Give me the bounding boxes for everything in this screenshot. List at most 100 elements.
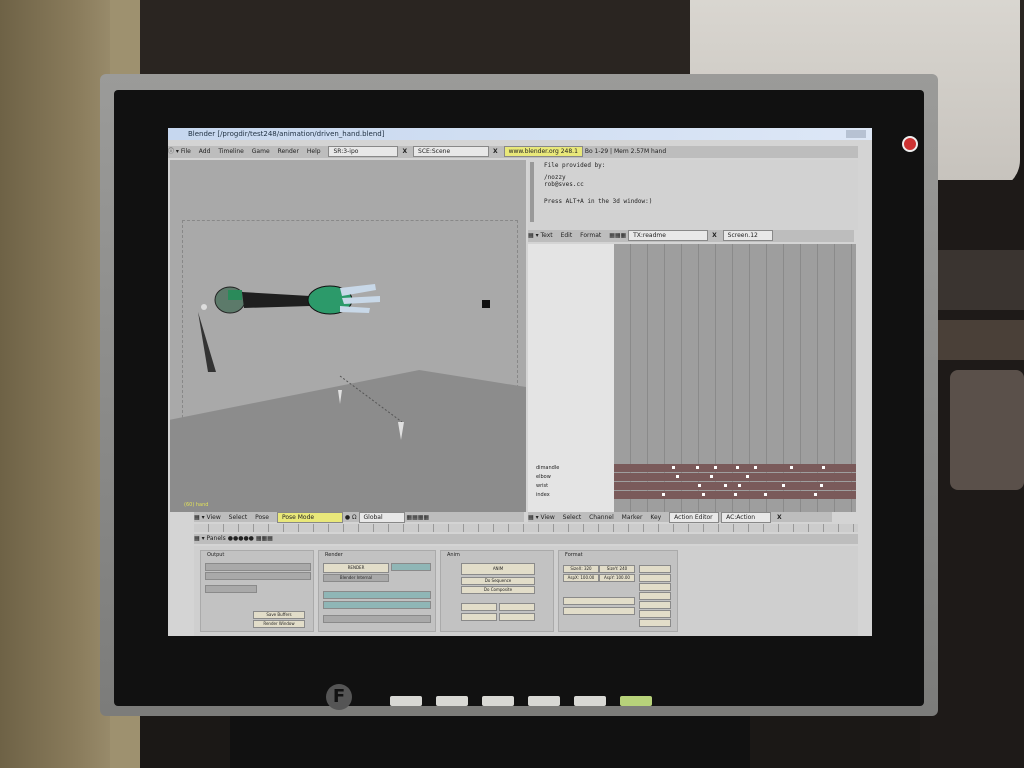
toggle-button[interactable] bbox=[205, 585, 257, 593]
keyframe[interactable] bbox=[734, 493, 737, 496]
keyframe[interactable] bbox=[782, 484, 785, 487]
window-titlebar[interactable]: Blender [/progdir/test248/animation/driv… bbox=[168, 128, 872, 140]
start-frame-field[interactable] bbox=[461, 613, 497, 621]
keyframe[interactable] bbox=[672, 466, 675, 469]
menu-game[interactable]: Game bbox=[252, 146, 270, 158]
oversample-toggle[interactable] bbox=[391, 563, 431, 571]
menu-view[interactable]: View bbox=[541, 513, 555, 523]
close-action-icon[interactable]: X bbox=[777, 513, 782, 523]
window-controls[interactable] bbox=[846, 130, 866, 138]
text-toggle-icons[interactable]: ▦▦▦ bbox=[609, 232, 628, 239]
render-options-row[interactable] bbox=[323, 591, 431, 599]
monitor-button-5[interactable] bbox=[574, 696, 606, 706]
context-icons[interactable]: ●●●●● ▦▦▦ bbox=[228, 535, 273, 542]
channel-row[interactable]: index bbox=[528, 491, 614, 499]
menu-channel[interactable]: Channel bbox=[589, 513, 614, 523]
channel-row[interactable]: elbow bbox=[528, 473, 614, 481]
menu-marker[interactable]: Marker bbox=[622, 513, 643, 523]
screen-selector[interactable]: SR:3-ipo bbox=[328, 146, 399, 157]
layer-buttons[interactable]: ▦▦▦▦ bbox=[406, 514, 429, 521]
channel-row[interactable]: dimandle bbox=[528, 464, 614, 472]
keyframe[interactable] bbox=[710, 475, 713, 478]
keyframe[interactable] bbox=[746, 475, 749, 478]
preset-button[interactable] bbox=[639, 619, 671, 627]
panels-menu[interactable]: Panels bbox=[207, 535, 226, 542]
keyframe[interactable] bbox=[676, 475, 679, 478]
scene-selector[interactable]: SCE:Scene bbox=[413, 146, 490, 157]
editor-type-icon[interactable]: ▦ ▾ bbox=[194, 535, 207, 542]
editor-type-icon[interactable]: ▦ ▾ bbox=[194, 514, 207, 521]
format-field[interactable] bbox=[563, 597, 635, 605]
keyframe[interactable] bbox=[736, 466, 739, 469]
asp-y-field[interactable]: AspY: 100.00 bbox=[599, 574, 635, 582]
keyframe[interactable] bbox=[714, 466, 717, 469]
render-engine-selector[interactable]: Blender Internal bbox=[323, 574, 389, 582]
armature-model[interactable] bbox=[170, 160, 526, 512]
preset-button[interactable] bbox=[639, 601, 671, 609]
keyframe-row[interactable] bbox=[614, 482, 856, 490]
keyframe[interactable] bbox=[696, 466, 699, 469]
menu-key[interactable]: Key bbox=[650, 513, 661, 523]
preset-button[interactable] bbox=[639, 565, 671, 573]
format-field[interactable] bbox=[563, 607, 635, 615]
anim-button[interactable]: ANIM bbox=[461, 563, 535, 575]
menu-select[interactable]: Select bbox=[563, 513, 582, 523]
rt-field[interactable] bbox=[499, 603, 535, 611]
keyframe-row[interactable] bbox=[614, 473, 856, 481]
menu-render[interactable]: Render bbox=[278, 146, 299, 158]
text-editor[interactable]: File provided by: /nozzy rob@sves.cc Pre… bbox=[528, 160, 858, 230]
menu-file[interactable]: File bbox=[181, 146, 191, 158]
editor-type-icon[interactable]: ▦ ▾ bbox=[528, 232, 541, 239]
preset-button[interactable] bbox=[639, 610, 671, 618]
close-text-icon[interactable]: X bbox=[712, 230, 717, 242]
size-x-field[interactable]: SizeX: 320 bbox=[563, 565, 599, 573]
preset-button[interactable] bbox=[639, 592, 671, 600]
render-options-row[interactable] bbox=[323, 601, 431, 609]
text-block-selector[interactable]: TX:readme bbox=[628, 230, 709, 241]
keyframe[interactable] bbox=[662, 493, 665, 496]
keyframe[interactable] bbox=[724, 484, 727, 487]
keyframe[interactable] bbox=[822, 466, 825, 469]
output-path-field[interactable] bbox=[205, 563, 311, 571]
render-button[interactable]: RENDER bbox=[323, 563, 389, 573]
editor-type-icon[interactable]: ▦ ▾ bbox=[528, 514, 541, 521]
do-sequence-button[interactable]: Do Sequence bbox=[461, 577, 535, 585]
screen-number-field[interactable]: Screen.12 bbox=[722, 230, 773, 241]
render-options-row[interactable] bbox=[323, 615, 431, 623]
keyframe[interactable] bbox=[764, 493, 767, 496]
monitor-button-1[interactable] bbox=[390, 696, 422, 706]
close-scene-icon[interactable]: X bbox=[493, 146, 498, 158]
do-composite-button[interactable]: Do Composite bbox=[461, 586, 535, 594]
save-buffers-button[interactable]: Save Buffers bbox=[253, 611, 305, 619]
action-selector[interactable]: AC:Action bbox=[721, 512, 772, 523]
3d-viewport[interactable]: (60) hand bbox=[170, 160, 526, 512]
monitor-button-2[interactable] bbox=[436, 696, 468, 706]
menu-text[interactable]: Text bbox=[541, 230, 553, 242]
keyframe[interactable] bbox=[698, 484, 701, 487]
menu-select[interactable]: Select bbox=[229, 513, 248, 523]
play-button[interactable] bbox=[461, 603, 497, 611]
keyframe[interactable] bbox=[738, 484, 741, 487]
menu-view[interactable]: View bbox=[207, 513, 221, 523]
menu-format[interactable]: Format bbox=[580, 230, 601, 242]
menu-add[interactable]: Add bbox=[199, 146, 211, 158]
keyframe[interactable] bbox=[754, 466, 757, 469]
keyframe[interactable] bbox=[814, 493, 817, 496]
info-icon[interactable]: ⓘ ▾ bbox=[168, 148, 181, 155]
render-window-button[interactable]: Render Window bbox=[253, 620, 305, 628]
preset-button[interactable] bbox=[639, 574, 671, 582]
end-frame-field[interactable] bbox=[499, 613, 535, 621]
keyframe[interactable] bbox=[790, 466, 793, 469]
editor-mode-selector[interactable]: Action Editor bbox=[669, 512, 720, 523]
keyframe-row[interactable] bbox=[614, 464, 856, 472]
monitor-button-3[interactable] bbox=[482, 696, 514, 706]
size-y-field[interactable]: SizeY: 240 bbox=[599, 565, 635, 573]
preset-button[interactable] bbox=[639, 583, 671, 591]
menu-timeline[interactable]: Timeline bbox=[218, 146, 244, 158]
text-scrollbar[interactable] bbox=[530, 162, 534, 222]
mode-selector[interactable]: Pose Mode bbox=[276, 512, 343, 523]
channel-row[interactable]: wrist bbox=[528, 482, 614, 490]
keyframe-row[interactable] bbox=[614, 491, 856, 499]
shading-icon[interactable]: ● Ω bbox=[345, 514, 359, 521]
frame-ruler[interactable] bbox=[194, 524, 858, 532]
